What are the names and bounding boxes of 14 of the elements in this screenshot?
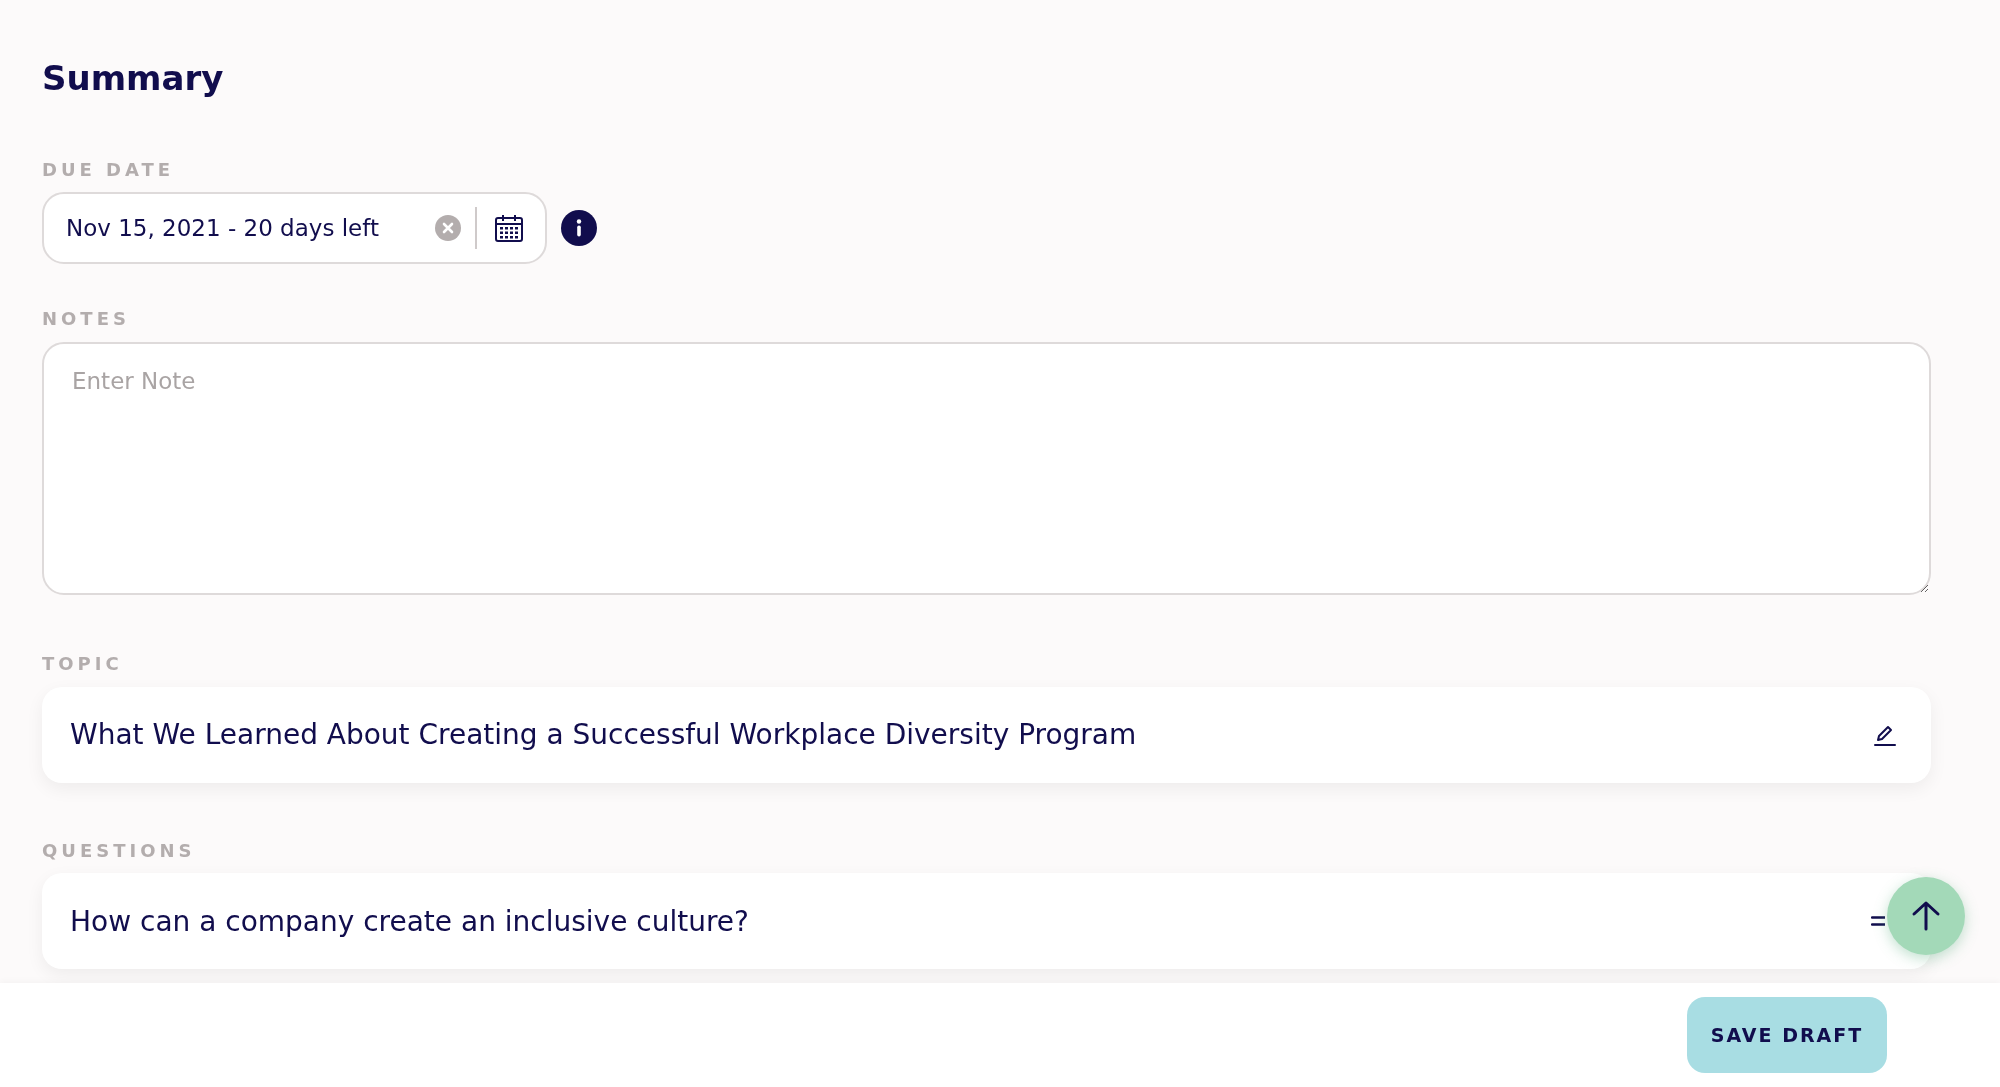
calendar-icon[interactable]	[493, 212, 525, 245]
drag-handle-icon[interactable]	[1871, 916, 1885, 927]
scroll-up-button[interactable]	[1887, 877, 1965, 955]
question-text: How can a company create an inclusive culture?	[70, 904, 750, 938]
page-title: Summary	[42, 58, 225, 99]
info-icon[interactable]	[561, 210, 597, 247]
save-draft-button[interactable]: SAVE DRAFT	[1687, 997, 1887, 1073]
due-date-field[interactable]: Nov 15, 2021 - 20 days left	[42, 192, 547, 265]
field-label: TOPIC	[42, 653, 124, 675]
topic-text: What We Learned About Creating a Successful Workplace Diversity Program	[70, 718, 1138, 752]
field-label: NOTES	[42, 308, 131, 330]
notes-field[interactable]: Enter Note	[42, 342, 1931, 595]
field-label: DUE DATE	[42, 158, 176, 181]
field-label: QUESTIONS	[42, 839, 197, 862]
